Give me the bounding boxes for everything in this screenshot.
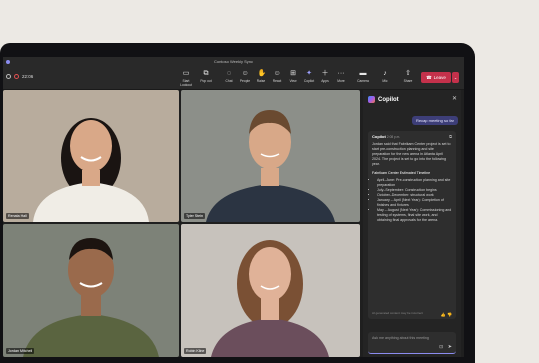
copilot-icon: ✦ [306,70,312,77]
video-grid: Renata Hall Tyler Stein Jordan Mitchell … [3,90,360,357]
participant-tile[interactable]: Tyler Stein [181,90,360,222]
participant-video [3,90,179,222]
response-header: Copilot 2:08 p.m. [372,134,400,140]
participant-video [181,224,360,357]
timeline-item: May – August (Next Year): Commissioning … [377,208,452,223]
people-icon: ☺ [241,70,249,77]
phone-icon: ☎ [426,74,432,80]
recording-icon [14,74,19,79]
attach-icon[interactable]: ⊡ [439,344,443,350]
smile-icon: ☺ [273,70,281,77]
popout-icon: ⧉ [203,70,209,77]
participant-tile[interactable]: Renata Hall [3,90,179,222]
chevron-down-icon: ⌄ [453,75,458,80]
copilot-logo-icon [368,96,375,103]
start-lookout-button[interactable]: ▭ Start Lookout [177,70,195,87]
window-title: Contoso Weekly Sync [213,59,254,64]
more-icon: ··· [337,70,345,77]
meeting-toolbar: 22:06 ▭ Start Lookout ⧉ Pop out ◌ Chat ☺ Peo… [3,67,464,90]
more-button[interactable]: ··· More [332,70,350,83]
response-body: Jordan said that Fabrikam Center project… [372,142,452,223]
grid-view-icon: ⊞ [290,70,296,77]
feedback-buttons: 👍 👎 [441,312,452,317]
tablet-device: Contoso Weekly Sync 22:06 ▭ Start Lookout… [0,43,475,363]
mic-icon: ♪ [383,70,387,77]
teams-window: Contoso Weekly Sync 22:06 ▭ Start Lookout… [3,57,464,357]
call-timer: 22:06 [22,74,34,79]
thumbs-down-icon[interactable]: 👎 [447,312,452,317]
ai-disclaimer: AI generated content may be incorrect [372,310,423,315]
hand-icon: ✋ [257,70,267,77]
response-summary: Jordan said that Fabrikam Center project… [372,142,451,167]
video-icon: ▬ [359,70,367,77]
participant-tile[interactable]: Robin Kline [181,224,360,357]
participant-name: Renata Hall [6,213,29,219]
share-icon: ⇧ [405,70,411,77]
copilot-header: Copilot [368,96,399,103]
timeline-item: January – April (Next Year): Completion … [377,198,452,208]
thumbs-up-icon[interactable]: 👍 [441,312,446,317]
response-time: 2:08 p.m. [386,135,401,139]
mic-button[interactable]: ♪ Mic [376,70,394,83]
copilot-response-card: Copilot 2:08 p.m. ⧉ Jordan said that Fab… [368,131,456,319]
copilot-panel: Copilot ✕ Recap meeting so far Copilot 2… [363,90,461,357]
copilot-prompt-input[interactable]: Ask me anything about this meeting ⊡ ➤ [368,332,456,354]
close-icon[interactable]: ✕ [452,95,457,102]
leave-button[interactable]: ☎ Leave [421,72,451,83]
timeline-list: April–June: Pre-construction planning an… [372,178,452,224]
prompt-placeholder: Ask me anything about this meeting [372,336,429,340]
pop-out-button[interactable]: ⧉ Pop out [197,70,215,83]
camera-button[interactable]: ▬ Camera [354,70,372,83]
chat-icon: ◌ [226,70,232,77]
share-button[interactable]: ⇧ Share [399,70,417,83]
copilot-title: Copilot [378,96,399,103]
participant-video [181,90,360,222]
participant-name: Tyler Stein [184,213,205,219]
send-icon[interactable]: ➤ [448,344,452,350]
title-bar: Contoso Weekly Sync [3,57,464,67]
participant-tile[interactable]: Jordan Mitchell [3,224,179,357]
timeline-item: April–June: Pre-construction planning an… [377,178,452,188]
participant-video [3,224,179,357]
response-author: Copilot [372,134,386,139]
shield-icon [6,74,11,79]
leave-options-button[interactable]: ⌄ [452,72,459,83]
apps-icon: ＋ [321,70,329,77]
call-info: 22:06 [6,74,33,79]
timeline-title: Fabrikam Center Estimated Timeline [372,171,431,176]
camera-outline-icon: ▭ [182,70,190,77]
copy-icon[interactable]: ⧉ [449,134,452,139]
user-prompt-bubble: Recap meeting so far [411,116,458,125]
